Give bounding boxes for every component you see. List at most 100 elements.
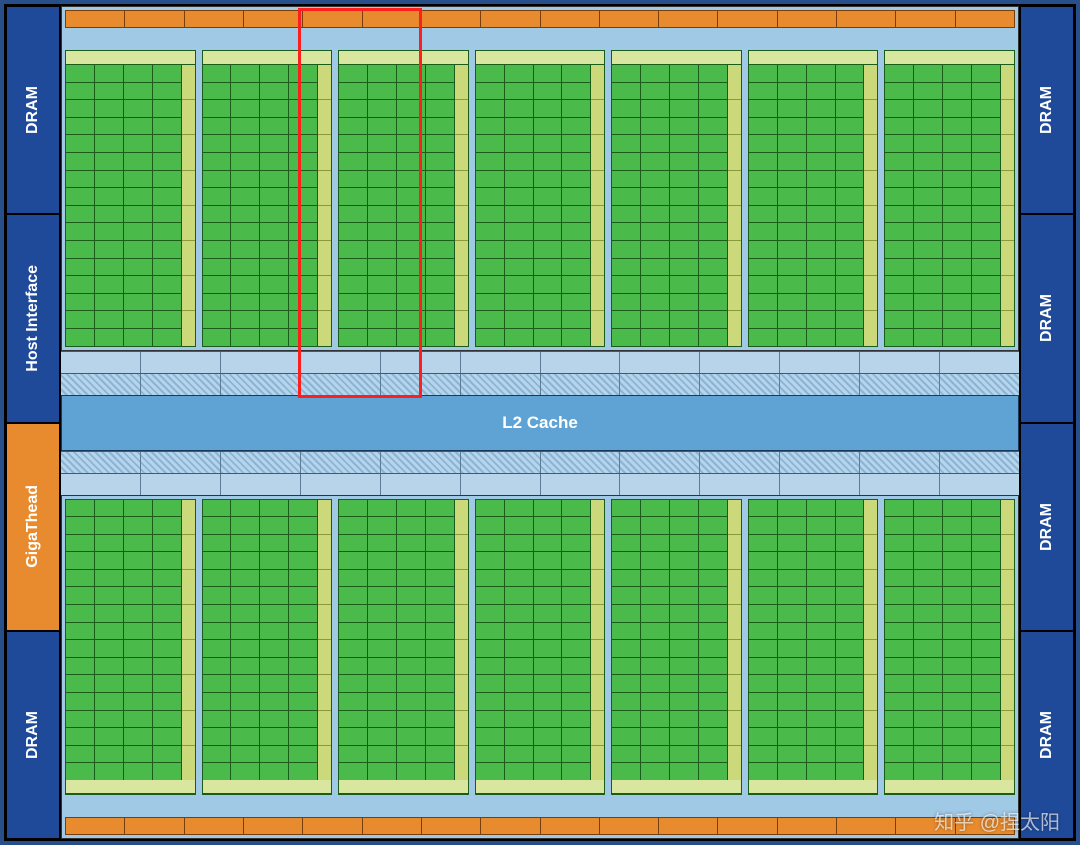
sm-body: [476, 65, 605, 346]
sm-body: [203, 65, 332, 346]
sm-cache: [727, 65, 741, 346]
sm-cache: [863, 500, 877, 781]
sm-body: [339, 500, 468, 781]
host-interface: Host Interface: [6, 214, 60, 422]
sm-header: [612, 780, 741, 794]
sm-header: [66, 51, 195, 65]
sm-header: [476, 780, 605, 794]
sm-cores: [476, 500, 591, 781]
sm-block: [748, 50, 879, 347]
sm-cores: [612, 65, 727, 346]
gigathread: GigaThead: [6, 423, 60, 631]
dram-r1: DRAM: [1020, 6, 1074, 214]
sm-cache: [727, 500, 741, 781]
sm-cores: [885, 500, 1000, 781]
sm-block: [611, 499, 742, 796]
sm-cache: [863, 65, 877, 346]
dram-r1-label: DRAM: [1038, 86, 1056, 134]
sm-header: [66, 780, 195, 794]
sm-body: [66, 65, 195, 346]
gigathread-label: GigaThead: [24, 485, 42, 568]
sm-cores: [339, 65, 454, 346]
sm-header: [749, 51, 878, 65]
dram-r4-label: DRAM: [1038, 711, 1056, 759]
sm-cores: [476, 65, 591, 346]
dram-top-left: DRAM: [6, 6, 60, 214]
gpc-bottom: [61, 495, 1019, 840]
sm-cores: [749, 500, 864, 781]
sm-cache: [317, 500, 331, 781]
sm-block: [338, 499, 469, 796]
gpc-spacer: [65, 798, 1015, 814]
sm-cache: [590, 65, 604, 346]
sm-header: [203, 51, 332, 65]
sm-cache: [181, 65, 195, 346]
sm-cores: [203, 65, 318, 346]
sm-cache: [1000, 500, 1014, 781]
sm-block: [65, 499, 196, 796]
sm-header: [885, 51, 1014, 65]
crossbar-top-hatched: [61, 373, 1019, 395]
sm-header: [339, 780, 468, 794]
sm-body: [476, 500, 605, 781]
sm-area: [65, 499, 1015, 796]
sm-block: [611, 50, 742, 347]
gpu-chip-diagram: DRAM Host Interface GigaThead DRAM L2 Cache…: [4, 4, 1076, 841]
sm-body: [749, 65, 878, 346]
dram-r4: DRAM: [1020, 631, 1074, 839]
dram-r3: DRAM: [1020, 423, 1074, 631]
sm-cores: [203, 500, 318, 781]
sm-body: [612, 500, 741, 781]
crossbar-bottom: [61, 473, 1019, 495]
sm-header: [476, 51, 605, 65]
dram-r3-label: DRAM: [1038, 503, 1056, 551]
sm-cache: [181, 500, 195, 781]
dram-bottom-left-label: DRAM: [24, 711, 42, 759]
sm-block: [65, 50, 196, 347]
sm-block: [748, 499, 879, 796]
left-side-column: DRAM Host Interface GigaThead DRAM: [6, 6, 60, 839]
right-side-column: DRAM DRAM DRAM DRAM: [1020, 6, 1074, 839]
dram-r2-label: DRAM: [1038, 294, 1056, 342]
crossbar-top: [61, 351, 1019, 373]
sm-cores: [66, 65, 181, 346]
center-column: L2 Cache: [60, 6, 1020, 839]
sm-body: [612, 65, 741, 346]
dram-bottom-left: DRAM: [6, 631, 60, 839]
sm-header: [339, 51, 468, 65]
sm-block: [884, 499, 1015, 796]
sm-cores: [749, 65, 864, 346]
sm-cache: [590, 500, 604, 781]
sm-area: [65, 50, 1015, 347]
sm-body: [885, 500, 1014, 781]
sm-cores: [612, 500, 727, 781]
sm-block: [475, 50, 606, 347]
sm-block: [475, 499, 606, 796]
sm-block: [202, 50, 333, 347]
sm-body: [203, 500, 332, 781]
sm-cores: [66, 500, 181, 781]
raster-engine: [65, 817, 1015, 835]
sm-cache: [1000, 65, 1014, 346]
sm-body: [749, 500, 878, 781]
sm-body: [885, 65, 1014, 346]
sm-header: [203, 780, 332, 794]
sm-header: [612, 51, 741, 65]
raster-engine: [65, 10, 1015, 28]
gpc-spacer: [65, 31, 1015, 47]
sm-block: [338, 50, 469, 347]
sm-block: [884, 50, 1015, 347]
l2-cache: L2 Cache: [61, 395, 1019, 451]
crossbar-bottom-hatched: [61, 451, 1019, 473]
sm-cores: [339, 500, 454, 781]
sm-body: [339, 65, 468, 346]
host-interface-label: Host Interface: [24, 265, 42, 372]
sm-body: [66, 500, 195, 781]
sm-cache: [317, 65, 331, 346]
dram-top-left-label: DRAM: [24, 86, 42, 134]
sm-block: [202, 499, 333, 796]
dram-r2: DRAM: [1020, 214, 1074, 422]
sm-cache: [454, 500, 468, 781]
gpc-top: [61, 6, 1019, 351]
sm-cache: [454, 65, 468, 346]
